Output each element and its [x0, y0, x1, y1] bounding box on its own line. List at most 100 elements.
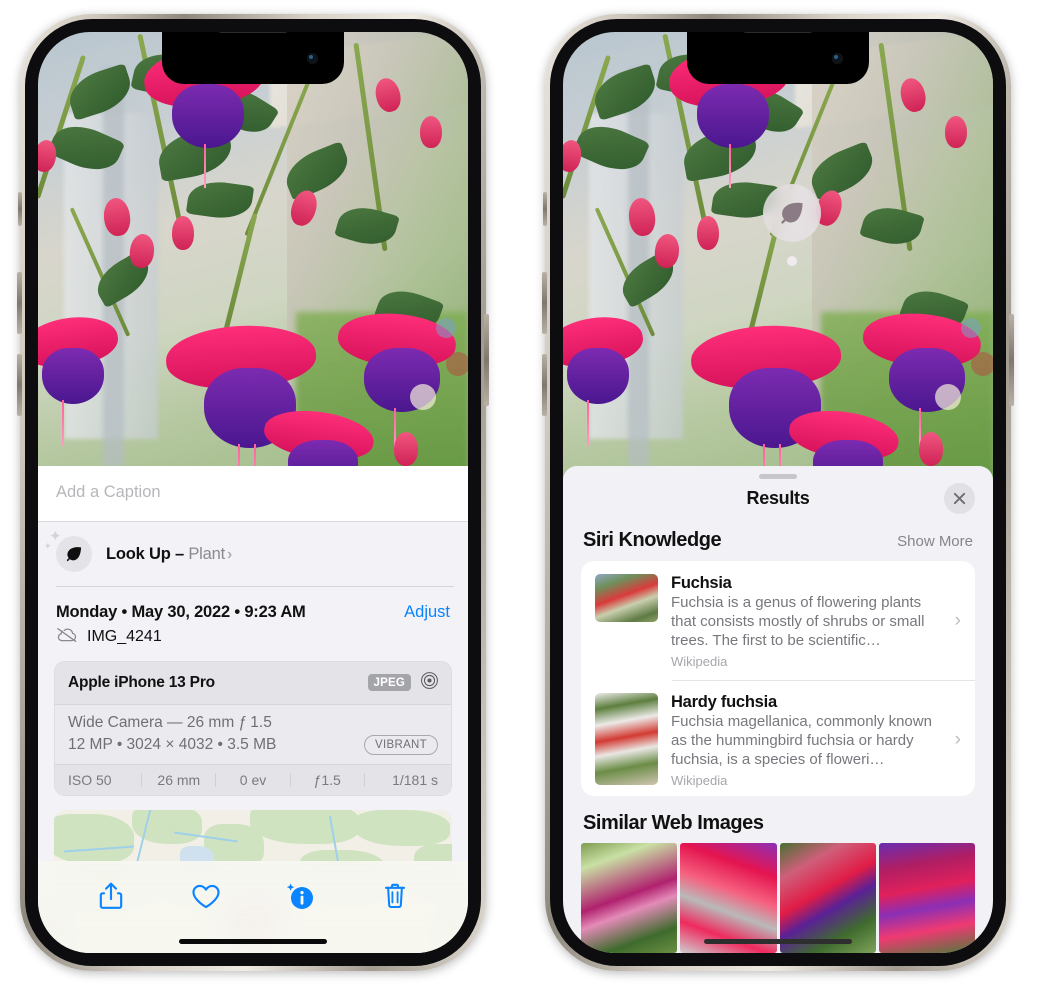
photo-date: Monday • May 30, 2022 • 9:23 AM: [56, 602, 306, 621]
similar-web-images-title: Similar Web Images: [583, 812, 764, 834]
photo-flower-skirt: [172, 84, 244, 148]
similar-web-images-header: Similar Web Images: [563, 796, 993, 843]
siri-knowledge-header: Siri Knowledge Show More: [563, 523, 993, 561]
caption-row[interactable]: Add a Caption: [38, 466, 468, 522]
photo-flower-bud: [420, 116, 442, 148]
camera-metadata-card[interactable]: Apple iPhone 13 Pro JPEG Wide Camera — 2…: [54, 660, 452, 796]
adjust-button[interactable]: Adjust: [404, 603, 450, 622]
camera-metadata-body: Wide Camera — 26 mm ƒ 1.5 12 MP • 3024 ×…: [55, 704, 451, 764]
fuchsia-thumbnail: [595, 573, 658, 622]
sparkle-icon-small: ✦: [44, 541, 52, 551]
web-image-2[interactable]: [680, 843, 777, 953]
chevron-right-icon: ›: [226, 545, 233, 563]
silent-switch[interactable]: [18, 192, 22, 226]
exif-aperture: ƒ1.5: [313, 771, 341, 788]
visual-lookup-marker[interactable]: [763, 184, 821, 266]
results-header: Results: [563, 479, 993, 523]
knowledge-item[interactable]: Fuchsia Fuchsia is a genus of flowering …: [581, 561, 975, 680]
siri-knowledge-card: Fuchsia Fuchsia is a genus of flowering …: [581, 560, 975, 796]
silent-switch[interactable]: [543, 192, 547, 226]
power-button[interactable]: [484, 314, 489, 406]
photo-flower-stamen: [62, 400, 64, 446]
photo-flower-bud: [945, 116, 967, 148]
photo-flower-bud: [394, 432, 418, 466]
photo-flower-bud: [697, 216, 719, 250]
photo-viewer[interactable]: [38, 32, 468, 484]
caption-input[interactable]: Add a Caption: [56, 483, 450, 502]
volume-up-button[interactable]: [17, 272, 22, 334]
color-profile-badge: VIBRANT: [364, 734, 438, 755]
marker-dot: [787, 256, 797, 266]
results-sheet: Results Siri Knowledge Show More Fuchsia…: [563, 466, 993, 953]
front-camera-icon: [307, 53, 318, 64]
favorite-button[interactable]: [183, 873, 229, 919]
close-button[interactable]: [944, 482, 975, 514]
volume-down-button[interactable]: [542, 354, 547, 416]
date-row: Monday • May 30, 2022 • 9:23 AM Adjust: [38, 587, 468, 624]
results-title: Results: [746, 487, 810, 508]
photo-flower-bud: [172, 216, 194, 250]
knowledge-title: Fuchsia: [671, 573, 732, 592]
exif-row: ISO 50 26 mm 0 ev ƒ1.5 1/181 s: [55, 763, 451, 795]
look-up-row[interactable]: ✦ ✦ Look Up – Plant ›: [38, 522, 468, 586]
knowledge-item[interactable]: Hardy fuchsia Fuchsia magellanica, commo…: [581, 680, 975, 796]
look-up-subject: Plant: [188, 544, 225, 563]
knowledge-text: Hardy fuchsia Fuchsia magellanica, commo…: [671, 693, 940, 788]
file-name: IMG_4241: [87, 628, 162, 645]
format-badge: JPEG: [367, 674, 411, 691]
photo-flower-stamen: [729, 144, 731, 188]
look-up-text: Look Up –: [106, 544, 189, 563]
screenshot-stage: Add a Caption ✦ ✦ Look Up – Plant › Mond…: [0, 0, 1055, 985]
volume-up-button[interactable]: [542, 272, 547, 334]
photo-bokeh: [971, 352, 993, 376]
exif-shutter: 1/181 s: [392, 771, 439, 788]
left-phone: Add a Caption ✦ ✦ Look Up – Plant › Mond…: [17, 14, 489, 971]
right-phone-screen: Results Siri Knowledge Show More Fuchsia…: [563, 32, 993, 953]
photo-bokeh: [446, 352, 468, 376]
photo-bokeh: [436, 318, 456, 338]
file-row: IMG_4241: [38, 624, 468, 661]
exif-focal-length: 26 mm: [157, 771, 201, 788]
photo-viewer[interactable]: [563, 32, 993, 484]
photo-bokeh: [410, 384, 436, 410]
photo-flower-skirt: [567, 348, 629, 404]
chevron-right-icon: ›: [954, 610, 961, 632]
knowledge-description: Fuchsia is a genus of flowering plants t…: [671, 593, 925, 649]
look-up-label: Look Up – Plant ›: [106, 545, 232, 564]
camera-device-name: Apple iPhone 13 Pro: [68, 673, 215, 691]
photo-specs: 12 MP • 3024 × 4032 • 3.5 MB: [68, 735, 277, 753]
home-indicator[interactable]: [179, 939, 327, 944]
knowledge-text: Fuchsia Fuchsia is a genus of flowering …: [671, 574, 940, 669]
photo-flower-skirt: [697, 84, 769, 148]
knowledge-description: Fuchsia magellanica, commonly known as t…: [671, 713, 932, 768]
camera-lens-info: Wide Camera — 26 mm ƒ 1.5: [68, 713, 272, 731]
photo-flower-bud: [919, 432, 943, 466]
camera-metadata-header: Apple iPhone 13 Pro JPEG: [55, 661, 451, 705]
aperture-icon: [420, 671, 439, 695]
photo-info-sheet: Add a Caption ✦ ✦ Look Up – Plant › Mond…: [38, 466, 468, 953]
info-button[interactable]: [277, 873, 323, 919]
similar-web-images-row[interactable]: [563, 843, 993, 953]
siri-knowledge-title: Siri Knowledge: [583, 528, 722, 551]
right-phone: Results Siri Knowledge Show More Fuchsia…: [542, 14, 1014, 971]
notch: [687, 32, 869, 84]
earpiece-speaker: [217, 32, 289, 33]
leaf-icon: [763, 184, 821, 242]
web-image-4[interactable]: [878, 843, 975, 953]
web-image-3[interactable]: [779, 843, 876, 953]
cloud-slash-icon: [56, 627, 78, 648]
camera-metadata-tags: JPEG: [367, 671, 439, 695]
photo-flower-skirt: [42, 348, 104, 404]
hardy-fuchsia-thumbnail: [595, 693, 658, 786]
volume-down-button[interactable]: [17, 354, 22, 416]
power-button[interactable]: [1009, 314, 1014, 406]
knowledge-title: Hardy fuchsia: [671, 693, 777, 712]
show-more-button[interactable]: Show More: [897, 533, 973, 550]
home-indicator[interactable]: [704, 939, 852, 944]
photo-bokeh: [961, 318, 981, 338]
delete-button[interactable]: [372, 873, 418, 919]
notch: [162, 32, 344, 84]
knowledge-source: Wikipedia: [671, 653, 728, 669]
web-image-1[interactable]: [581, 843, 678, 953]
share-button[interactable]: [88, 873, 134, 919]
